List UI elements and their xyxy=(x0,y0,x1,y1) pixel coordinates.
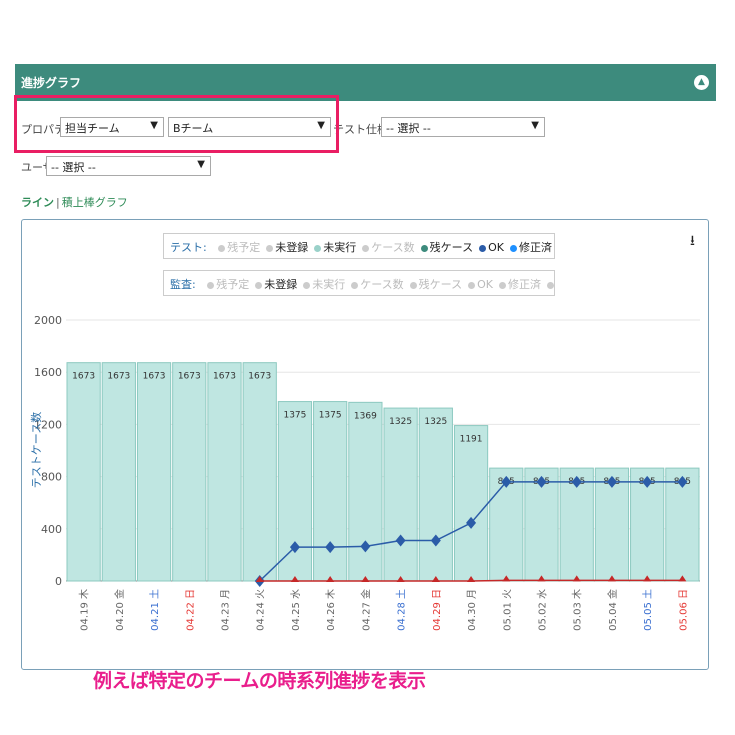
legend-marker xyxy=(255,281,263,289)
legend-test: テスト: 残予定未登録未実行ケース数残ケースOK修正済NG保留対象外 xyxy=(163,233,555,259)
legend-test-item[interactable]: OK xyxy=(479,241,504,254)
legend-label: 未登録 xyxy=(275,241,309,254)
user-select[interactable]: -- 選択 -- ▼ xyxy=(46,156,211,176)
legend-label: 未実行 xyxy=(312,278,346,291)
chevron-up-icon[interactable]: ▲ xyxy=(694,75,709,90)
legend-test-item[interactable]: 残ケース xyxy=(420,241,474,254)
legend-label: 修正済 xyxy=(508,278,541,291)
legend-marker xyxy=(409,281,417,289)
legend-test-item[interactable]: 未実行 xyxy=(314,241,356,254)
legend-label: 未登録 xyxy=(264,278,298,291)
legend-review-item[interactable]: ケース数 xyxy=(351,278,404,291)
legend-test-item[interactable]: 未登録 xyxy=(266,241,308,254)
tab-line[interactable]: ライン xyxy=(21,196,54,209)
legend-marker xyxy=(510,244,517,252)
legend-label: 未実行 xyxy=(323,241,357,254)
legend-review-heading: 監査: xyxy=(170,278,196,291)
legend-marker xyxy=(303,281,311,289)
legend-test-heading: テスト: xyxy=(170,241,207,254)
legend-review-item[interactable]: 修正済 xyxy=(499,278,541,291)
spec-select-value: -- 選択 -- xyxy=(386,122,431,135)
legend-label: ケース数 xyxy=(360,278,404,291)
legend-review-item[interactable]: 未実行 xyxy=(303,278,345,291)
legend-test-item[interactable]: ケース数 xyxy=(362,241,415,254)
legend-label: 残ケース xyxy=(418,278,463,291)
legend-review-item[interactable]: NG xyxy=(547,278,554,291)
panel-title: 進捗グラフ xyxy=(21,76,82,90)
legend-test-item[interactable]: 残予定 xyxy=(218,241,260,254)
view-tabs: ライン | 積上棒グラフ xyxy=(21,194,128,210)
spec-select[interactable]: -- 選択 -- ▼ xyxy=(381,117,545,137)
legend-marker xyxy=(468,281,476,289)
legend-review: 監査: 残予定未登録未実行ケース数残ケースOK修正済NG保留対象外 xyxy=(163,270,555,296)
caret-down-icon: ▼ xyxy=(197,159,205,170)
legend-marker xyxy=(362,244,370,252)
legend-label: 残ケース xyxy=(429,241,474,254)
legend-marker xyxy=(547,281,554,289)
legend-marker xyxy=(479,244,487,252)
legend-review-item[interactable]: 残ケース xyxy=(409,278,463,291)
legend-label: ケース数 xyxy=(371,241,415,254)
user-select-value: -- 選択 -- xyxy=(51,161,96,174)
legend-label: 残予定 xyxy=(227,241,261,254)
legend-marker xyxy=(499,281,506,289)
tab-separator: | xyxy=(56,196,60,209)
legend-marker xyxy=(266,244,274,252)
legend-review-item[interactable]: OK xyxy=(468,278,493,291)
legend-marker xyxy=(207,281,215,289)
highlight-box xyxy=(14,95,339,153)
legend-label: 残予定 xyxy=(216,278,250,291)
caret-down-icon: ▼ xyxy=(531,120,539,131)
legend-test-item[interactable]: 修正済 xyxy=(510,241,552,254)
legend-marker xyxy=(218,244,226,252)
download-icon[interactable]: ⭳ xyxy=(690,230,695,254)
legend-marker xyxy=(351,281,359,289)
tab-stacked-bar[interactable]: 積上棒グラフ xyxy=(62,196,128,209)
caption: 例えば特定のチームの時系列進捗を表示 xyxy=(93,670,426,692)
legend-review-item[interactable]: 残予定 xyxy=(207,278,249,291)
legend-label: OK xyxy=(488,241,504,254)
legend-marker xyxy=(420,244,428,252)
legend-label: OK xyxy=(477,278,493,291)
legend-review-item[interactable]: 未登録 xyxy=(255,278,297,291)
legend-marker xyxy=(314,244,322,252)
legend-label: 修正済 xyxy=(519,241,552,254)
